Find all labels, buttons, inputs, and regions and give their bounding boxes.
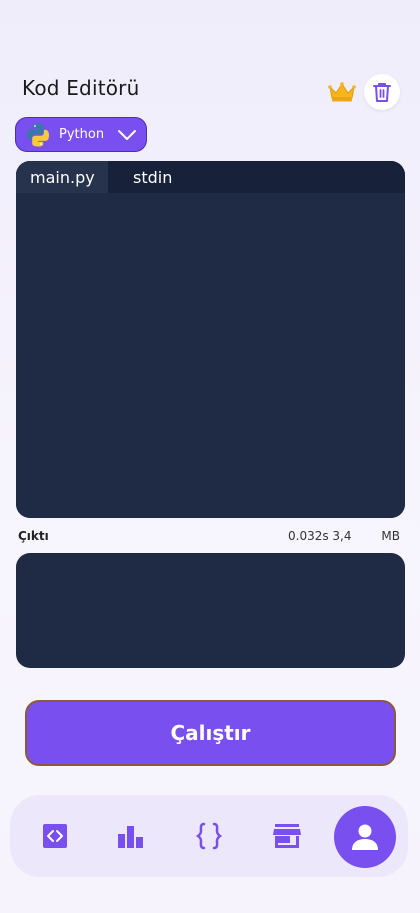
page-title: Kod Editörü [22,76,140,100]
nav-item-snippets[interactable] [184,795,234,877]
language-selector-label: Python [59,127,105,142]
output-header: Çıktı 0.032s 3,4 MB [18,529,402,545]
nav-item-profile[interactable] [334,806,396,868]
code-input[interactable] [16,193,405,518]
code-editor: main.py stdin [16,161,405,518]
bottom-nav [10,795,408,877]
nav-item-editor[interactable] [30,795,80,877]
trash-icon [373,83,391,102]
curly-braces-icon [196,822,222,850]
code-editor-icon [43,824,67,848]
tab-main-py[interactable]: main.py [16,161,108,193]
output-panel [16,553,405,668]
python-logo-icon [27,123,49,146]
bar-chart-icon [118,826,143,848]
language-selector[interactable]: Python [15,117,147,152]
run-button[interactable]: Çalıştır [25,700,396,766]
nav-item-stats[interactable] [106,795,156,877]
nav-item-store[interactable] [262,795,312,877]
memory-unit: MB [381,529,400,543]
crown-icon[interactable] [328,81,356,103]
store-icon [273,824,301,848]
tab-stdin[interactable]: stdin [108,161,187,193]
delete-button[interactable] [364,74,400,110]
editor-tabs: main.py stdin [16,161,405,193]
run-stats: 0.032s 3,4 [288,529,352,543]
profile-icon [352,824,378,850]
chevron-down-icon [118,129,137,140]
output-label: Çıktı [18,529,49,543]
